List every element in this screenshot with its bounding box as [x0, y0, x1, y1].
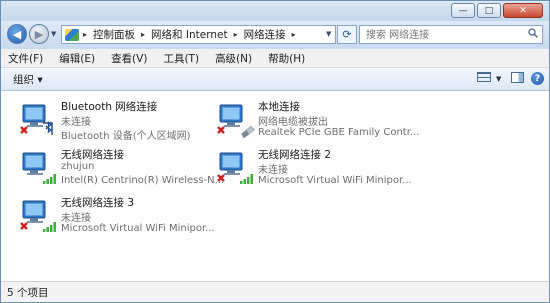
- breadcrumb-separator[interactable]: ▸: [234, 30, 238, 39]
- control-panel-icon: [65, 28, 79, 41]
- connection-device: Intel(R) Centrino(R) Wireless-N...: [61, 175, 225, 186]
- connection-status: 网络电缆被拔出: [258, 117, 328, 128]
- maximize-button[interactable]: □: [477, 3, 501, 18]
- connection-name: 无线网络连接 3: [61, 197, 135, 209]
- menu-file[interactable]: 文件(F): [8, 51, 43, 66]
- help-icon[interactable]: ?: [531, 72, 544, 85]
- connection-wireless-3[interactable]: 无线网络连接 3 未连接 Microsoft Virtual WiFi Mini…: [19, 195, 219, 239]
- recent-pages-dropdown[interactable]: ▼: [51, 30, 56, 38]
- title-bar: — □ ✕: [1, 1, 549, 21]
- status-bar: 5 个项目: [1, 281, 549, 302]
- connection-status: 未连接: [258, 165, 288, 176]
- change-view-icon[interactable]: [477, 72, 491, 82]
- breadcrumb-network-internet[interactable]: 网络和 Internet: [151, 27, 228, 42]
- wireless-network-icon: [20, 200, 56, 232]
- address-bar[interactable]: ▸ 控制面板 ▸ 网络和 Internet ▸ 网络连接 ▸: [61, 25, 336, 44]
- item-count: 5 个项目: [7, 287, 49, 299]
- connection-bluetooth[interactable]: Bluetooth 网络连接 未连接 Bluetooth 设备(个人区域网): [19, 99, 219, 143]
- connection-name: 本地连接: [258, 101, 300, 113]
- window-controls: — □ ✕: [451, 3, 543, 18]
- breadcrumb-separator[interactable]: ▸: [292, 30, 296, 39]
- search-icon[interactable]: [528, 28, 538, 38]
- back-button[interactable]: ◀: [7, 24, 27, 44]
- connection-device: Realtek PCIe GBE Family Contr...: [258, 127, 420, 138]
- preview-pane-icon[interactable]: [511, 72, 524, 83]
- menu-advanced[interactable]: 高级(N): [215, 51, 252, 66]
- connection-wireless[interactable]: 无线网络连接 zhujun Intel(R) Centrino(R) Wirel…: [19, 147, 224, 191]
- close-button[interactable]: ✕: [503, 3, 543, 18]
- command-bar: 组织 ▾ ▼ ?: [1, 68, 549, 91]
- connection-device: Microsoft Virtual WiFi Minipor...: [258, 175, 412, 186]
- bluetooth-network-icon: [20, 104, 53, 135]
- connection-local-area[interactable]: 本地连接 网络电缆被拔出 Realtek PCIe GBE Family Con…: [216, 99, 426, 143]
- organize-button[interactable]: 组织 ▾: [13, 72, 43, 87]
- menu-bar: 文件(F) 编辑(E) 查看(V) 工具(T) 高级(N) 帮助(H): [1, 49, 549, 68]
- connection-status: 未连接: [61, 117, 91, 128]
- wireless-network-icon: [217, 152, 253, 184]
- connection-status: 未连接: [61, 213, 91, 224]
- connection-name: 无线网络连接 2: [258, 149, 332, 161]
- search-box[interactable]: [359, 25, 543, 44]
- breadcrumb-separator[interactable]: ▸: [83, 30, 87, 39]
- view-options-dropdown[interactable]: ▼: [496, 72, 501, 86]
- address-dropdown[interactable]: ▼: [326, 30, 331, 38]
- explorer-window: — □ ✕ ◀ ▶ ▼ ▸ 控制面板 ▸ 网络和 Internet ▸ 网络连接…: [0, 0, 550, 303]
- connection-wireless-2[interactable]: 无线网络连接 2 未连接 Microsoft Virtual WiFi Mini…: [216, 147, 426, 191]
- connections-list: Bluetooth 网络连接 未连接 Bluetooth 设备(个人区域网) 本…: [1, 91, 549, 281]
- connection-name: 无线网络连接: [61, 149, 124, 161]
- breadcrumb-separator[interactable]: ▸: [141, 30, 145, 39]
- menu-help[interactable]: 帮助(H): [268, 51, 305, 66]
- navigation-bar: ◀ ▶ ▼ ▸ 控制面板 ▸ 网络和 Internet ▸ 网络连接 ▸ ▼ ⟳: [1, 21, 549, 49]
- connection-device: Microsoft Virtual WiFi Minipor...: [61, 223, 215, 234]
- search-input[interactable]: [364, 27, 518, 44]
- minimize-button[interactable]: —: [451, 3, 475, 18]
- breadcrumb-control-panel[interactable]: 控制面板: [93, 27, 135, 42]
- menu-edit[interactable]: 编辑(E): [59, 51, 95, 66]
- connection-status: zhujun: [61, 161, 95, 172]
- breadcrumb-network-connections[interactable]: 网络连接: [244, 27, 286, 42]
- menu-view[interactable]: 查看(V): [111, 51, 147, 66]
- connection-device: Bluetooth 设备(个人区域网): [61, 131, 191, 142]
- wireless-network-icon: [22, 152, 56, 184]
- ethernet-network-icon: [217, 104, 255, 139]
- connection-name: Bluetooth 网络连接: [61, 101, 158, 113]
- menu-tools[interactable]: 工具(T): [163, 51, 199, 66]
- refresh-button[interactable]: ⟳: [337, 25, 357, 44]
- forward-button[interactable]: ▶: [29, 24, 49, 44]
